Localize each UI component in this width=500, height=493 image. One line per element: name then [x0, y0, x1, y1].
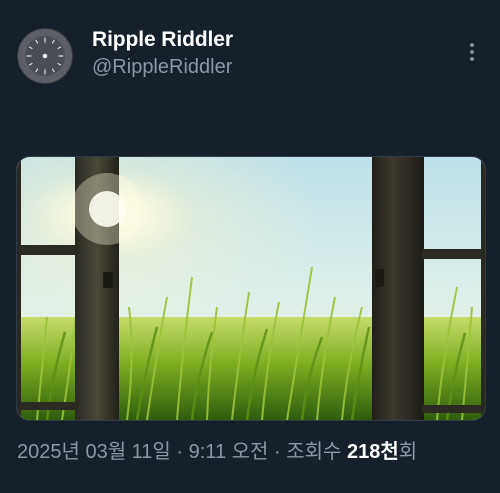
post-detail: Ripple Riddler @RippleRiddler 2025년 03월 …	[0, 0, 500, 493]
avatar[interactable]	[17, 28, 73, 84]
clock-face-icon	[18, 29, 72, 83]
post-media-image[interactable]	[16, 156, 486, 421]
post-time[interactable]: 9:11 오전	[189, 441, 269, 463]
author-display-name[interactable]: Ripple Riddler	[92, 27, 233, 53]
post-header: Ripple Riddler @RippleRiddler	[17, 28, 233, 84]
more-vertical-icon	[470, 43, 474, 61]
meta-separator: ·	[176, 441, 184, 463]
author-info: Ripple Riddler @RippleRiddler	[92, 27, 233, 81]
meta-separator: ·	[274, 441, 281, 463]
post-date[interactable]: 2025년 03월 11일	[17, 441, 171, 463]
author-handle[interactable]: @RippleRiddler	[92, 53, 233, 81]
views-suffix: 회	[398, 441, 418, 463]
more-options-button[interactable]	[460, 40, 484, 64]
views-label: 조회수	[286, 441, 342, 463]
window-grass-photo	[17, 157, 485, 420]
views-count[interactable]: 218천	[347, 441, 399, 463]
post-meta: 2025년 03월 11일 · 9:11 오전 · 조회수 218천회	[17, 438, 417, 466]
